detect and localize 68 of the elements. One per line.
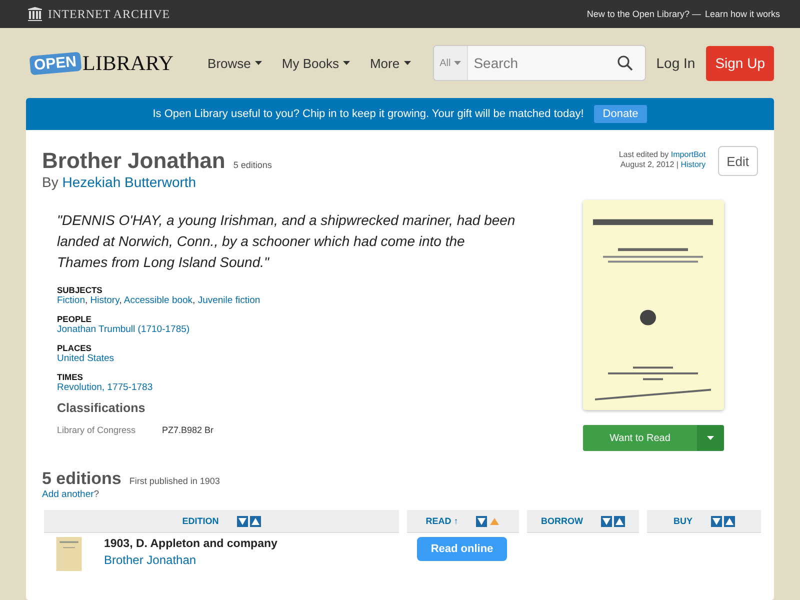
facet-link[interactable]: United States xyxy=(57,353,114,364)
edited-label: Last edited by xyxy=(618,150,669,159)
author-link[interactable]: Hezekiah Butterworth xyxy=(62,174,196,190)
facet-heading: SUBJECTS xyxy=(57,285,104,295)
classification-label: Library of Congress xyxy=(57,425,137,435)
edition-title: 1903, D. Appleton and company xyxy=(104,537,278,551)
learn-link[interactable]: Learn how it works xyxy=(704,9,780,19)
sort-down-icon[interactable] xyxy=(476,516,488,526)
nav-menu[interactable]: More xyxy=(370,56,411,70)
donate-button[interactable]: Donate xyxy=(594,105,648,123)
search-field[interactable]: All Search xyxy=(432,45,646,81)
sort-down-icon[interactable] xyxy=(236,516,248,526)
facet-link[interactable]: History xyxy=(90,295,120,306)
facet-link[interactable]: Juvenile fiction xyxy=(198,295,260,306)
editions-count: 5 editions xyxy=(233,160,272,170)
facet-heading: PEOPLE xyxy=(57,314,92,324)
edited-date: August 2, 2012 | xyxy=(620,160,678,169)
facet-link[interactable]: Fiction xyxy=(57,295,85,306)
logo-word[interactable]: LIBRARY xyxy=(82,50,174,76)
columns-icon xyxy=(28,7,42,21)
separator: , xyxy=(192,295,196,306)
editor-link[interactable]: ImportBot xyxy=(670,150,706,159)
facet-heading: TIMES xyxy=(57,372,84,382)
classification-value: PZ7.B982 Br xyxy=(162,425,214,435)
facet-link[interactable]: Accessible book xyxy=(124,295,193,306)
caret-icon xyxy=(254,61,262,65)
book-title: Brother Jonathan xyxy=(42,148,226,174)
logo-tag[interactable]: OPEN xyxy=(29,51,82,75)
caret-icon xyxy=(404,61,411,65)
editions-heading: 5 editions xyxy=(42,469,122,489)
separator: , xyxy=(84,295,88,306)
nav-menu[interactable]: Browse xyxy=(208,56,262,70)
sort-link[interactable]: EDITION xyxy=(182,516,219,526)
facet-link[interactable]: Revolution, 1775-1783 xyxy=(57,382,153,393)
caret-icon xyxy=(707,436,714,440)
add-link[interactable]: Add another xyxy=(42,489,94,500)
want-to-read-button[interactable]: Want to Read xyxy=(583,425,697,451)
banner-text: Is Open Library useful to you? Chip in to keep it growing. Your gift will be matched today! xyxy=(152,108,584,120)
scope-dropdown[interactable]: All xyxy=(434,46,468,80)
book-title-link[interactable]: Brother Jonathan xyxy=(104,553,196,567)
sort-down-icon[interactable] xyxy=(601,516,612,526)
dropdown-button[interactable] xyxy=(697,425,724,451)
history-link[interactable]: History xyxy=(680,160,706,169)
sort-link[interactable]: BORROW xyxy=(541,516,583,526)
separator: , xyxy=(119,295,122,306)
brand-name: INTERNET ARCHIVE xyxy=(48,6,170,22)
nav-menu[interactable]: My Books xyxy=(282,56,350,70)
edit-button[interactable]: Edit xyxy=(718,146,758,176)
classifications-heading: Classifications xyxy=(57,401,146,415)
caret-icon xyxy=(342,61,350,65)
search-icon[interactable] xyxy=(617,55,634,71)
sort-down-icon[interactable] xyxy=(710,516,722,526)
login-link[interactable]: Log In xyxy=(656,55,696,71)
sort-link[interactable]: READ ↑ xyxy=(426,516,458,526)
sort-up-icon[interactable] xyxy=(614,516,625,526)
prompt-text: New to the Open Library? — xyxy=(586,9,701,19)
facet-heading: PLACES xyxy=(57,343,92,353)
sort-link[interactable]: BUY xyxy=(673,516,692,526)
signup-button[interactable]: Sign Up xyxy=(706,46,774,80)
first-published: First published in 1903 xyxy=(129,476,220,486)
read-online-button[interactable]: Read online xyxy=(417,537,507,561)
question-mark: ? xyxy=(94,489,100,500)
description-quote: "DENNIS O'HAY, a young Irishman, and a shipwrecked mariner, had been landed at Norwich, Conn., by a schooner which had come into the Thames from Long Island Sound." xyxy=(57,211,516,272)
caret-icon xyxy=(454,61,461,65)
sort-up-icon[interactable] xyxy=(250,516,261,526)
facet-link[interactable]: Jonathan Trumbull (1710-1785) xyxy=(57,324,190,335)
by-label: By xyxy=(42,174,58,190)
sort-up-icon[interactable] xyxy=(724,516,734,526)
